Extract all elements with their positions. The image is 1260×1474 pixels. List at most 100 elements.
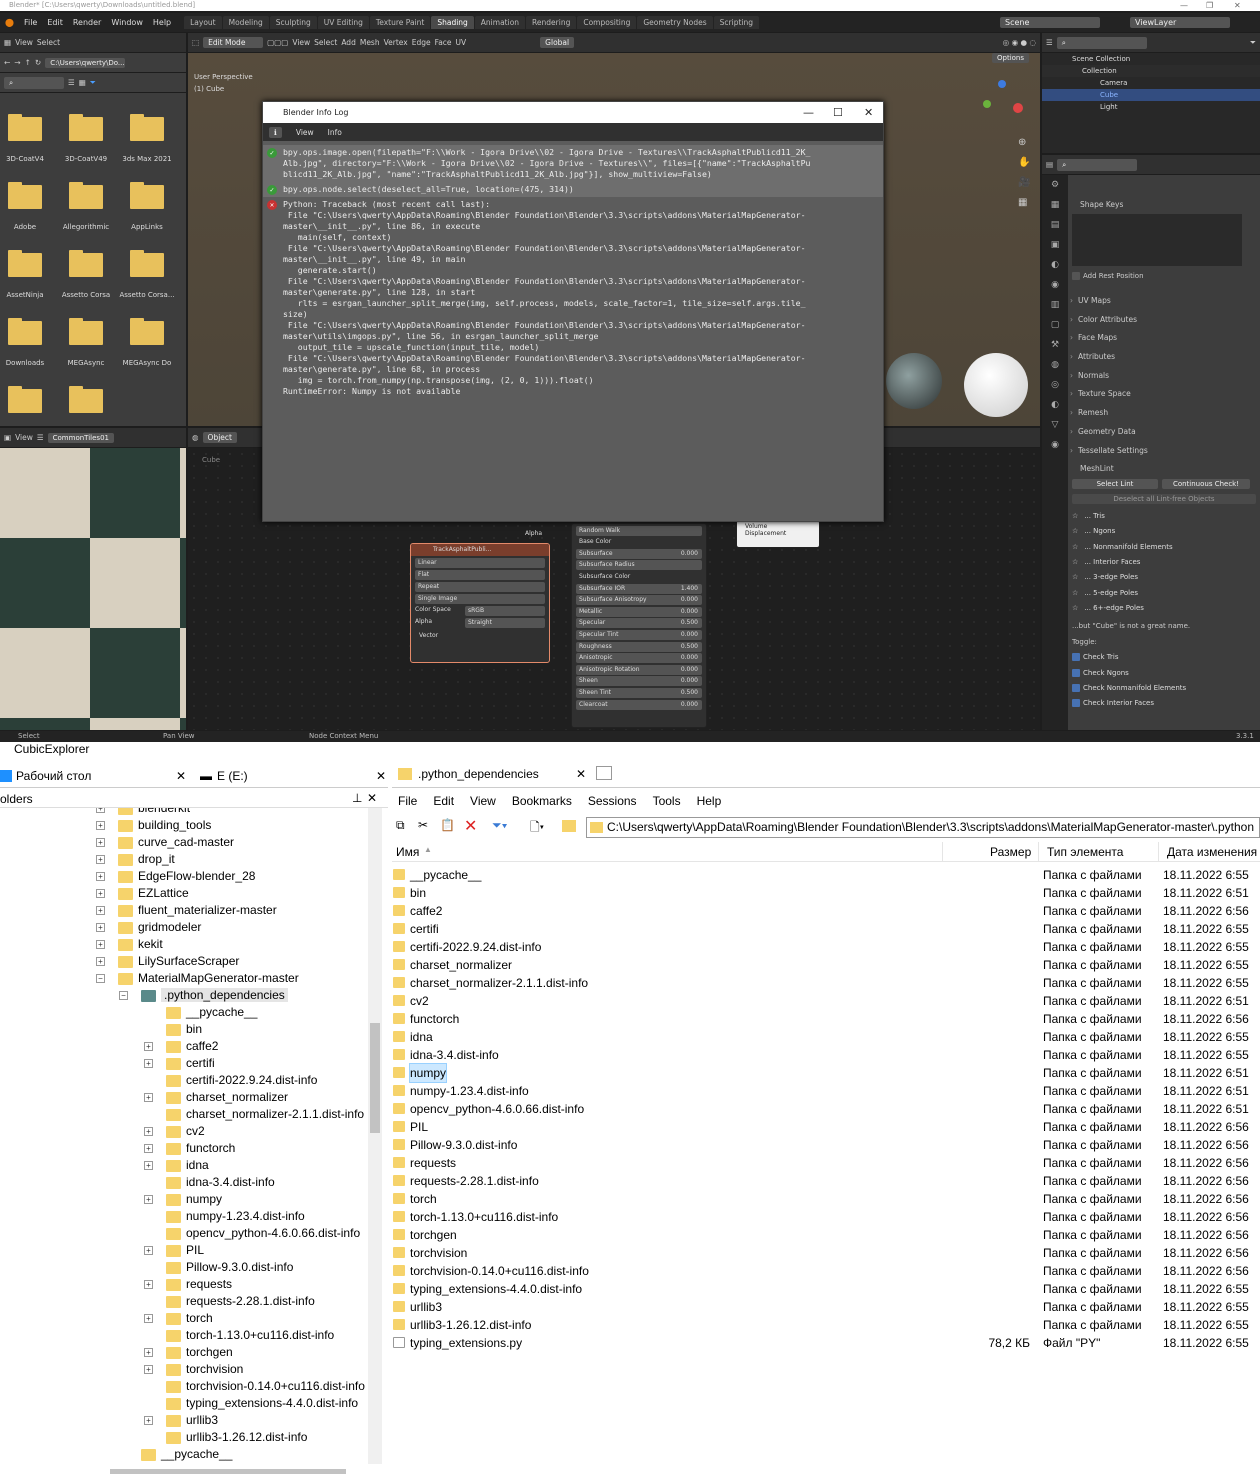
expand-icon[interactable]: + <box>96 872 105 881</box>
bsdf-row-value[interactable]: 0.000 <box>681 676 698 686</box>
tree-item[interactable]: torchgen <box>166 1344 233 1361</box>
info-menu-info[interactable]: Info <box>328 128 342 137</box>
tree-item[interactable]: urllib3-1.26.12.dist-info <box>166 1429 307 1446</box>
expand-icon[interactable]: + <box>96 855 105 864</box>
vp-menu-add[interactable]: Add <box>341 38 356 47</box>
new-tab-icon[interactable] <box>596 766 612 780</box>
bsdf-row[interactable]: Specular Tint 0.000 <box>576 629 702 640</box>
vp-menu-face[interactable]: Face <box>435 38 452 47</box>
vp-menu-select[interactable]: Select <box>314 38 337 47</box>
file-row[interactable]: idna-3.4.dist-info Папка с файлами 18.11.2… <box>392 1046 1260 1064</box>
explorer-menu-tools[interactable]: Tools <box>653 794 681 808</box>
folder-label[interactable]: MEGAsync <box>57 359 115 367</box>
tree-item[interactable]: __pycache__ <box>141 1446 232 1463</box>
menu-render[interactable]: Render <box>68 18 106 27</box>
tab-desktop-close-icon[interactable]: ✕ <box>176 769 186 783</box>
tree-item[interactable]: curve_cad-master <box>118 834 234 851</box>
bsdf-row-value[interactable]: 0.000 <box>681 665 698 675</box>
tree-item[interactable]: building_tools <box>118 817 211 834</box>
bsdf-row-value[interactable]: 0.500 <box>681 688 698 698</box>
deselect-lint-free-button[interactable]: Deselect all Lint-free Objects <box>1072 494 1256 505</box>
file-row[interactable]: cv2 Папка с файлами 18.11.2022 6:51 <box>392 992 1260 1010</box>
folder-up-icon[interactable] <box>562 820 576 832</box>
bsdf-row[interactable]: Clearcoat 0.000 <box>576 699 702 710</box>
star-icon[interactable]: ☆ <box>1072 604 1078 612</box>
extension-selector[interactable]: Repeat <box>415 582 545 592</box>
tree-item[interactable]: gridmodeler <box>118 919 201 936</box>
tab-geometry-nodes[interactable]: Geometry Nodes <box>637 16 713 29</box>
log-entry[interactable]: ✓ bpy.ops.image.open(filepath="F:\\Work -… <box>263 145 883 182</box>
expand-icon[interactable]: + <box>96 808 105 813</box>
column-type[interactable]: Тип элемента <box>1047 845 1123 859</box>
file-row[interactable]: functorch Папка с файлами 18.11.2022 6:56 <box>392 1010 1260 1028</box>
expand-icon[interactable]: − <box>96 974 105 983</box>
tab-uv-editing[interactable]: UV Editing <box>317 16 369 29</box>
tree-item[interactable]: numpy-1.23.4.dist-info <box>166 1208 305 1225</box>
tree-scrollbar[interactable] <box>368 808 382 1464</box>
address-bar[interactable]: C:\Users\qwerty\AppData\Roaming\Blender … <box>586 817 1260 838</box>
principled-bsdf-node[interactable]: Random Walk Base Color Subsurface 0.000 Subs… <box>571 523 707 728</box>
expand-icon[interactable]: + <box>96 889 105 898</box>
fb-menu-select[interactable]: Select <box>37 38 60 47</box>
tree-item[interactable]: numpy <box>166 1191 222 1208</box>
file-row[interactable]: idna Папка с файлами 18.11.2022 6:55 <box>392 1028 1260 1046</box>
folder-icon[interactable] <box>130 318 164 345</box>
tab-drive-close-icon[interactable]: ✕ <box>376 769 386 783</box>
column-name[interactable]: Имя <box>396 845 419 859</box>
source-selector[interactable]: Single Image <box>415 594 545 604</box>
filter-icon[interactable]: ⏷ <box>90 78 96 88</box>
tree-item[interactable]: EZLattice <box>118 885 189 902</box>
folder-label[interactable]: 3D-CoatV4 <box>0 155 54 163</box>
tab-sculpting[interactable]: Sculpting <box>269 16 317 29</box>
folder-icon[interactable] <box>130 114 164 141</box>
folder-label[interactable]: MEGAsync Do <box>118 359 176 367</box>
collection-row[interactable]: Collection <box>1042 65 1260 77</box>
panel-uv-maps[interactable]: UV Maps <box>1068 292 1260 311</box>
meshlint-panel[interactable]: MeshLint <box>1068 460 1260 477</box>
expand-icon[interactable]: + <box>144 1059 153 1068</box>
tab-texture-paint[interactable]: Texture Paint <box>369 16 431 29</box>
folder-icon[interactable] <box>69 386 103 413</box>
node-editor-icon[interactable]: ◍ <box>192 433 199 442</box>
navigation-gizmo[interactable] <box>973 75 1028 130</box>
minimize-icon[interactable]: — <box>1180 0 1188 11</box>
projection-selector[interactable]: Flat <box>415 570 545 580</box>
tree-item[interactable]: MaterialMapGenerator-master <box>118 970 299 987</box>
expand-icon[interactable]: + <box>96 957 105 966</box>
file-row[interactable]: charset_normalizer Папка с файлами 18.11.2… <box>392 956 1260 974</box>
expand-icon[interactable]: + <box>144 1348 153 1357</box>
close-icon[interactable]: ✕ <box>1234 0 1241 11</box>
explorer-menu-edit[interactable]: Edit <box>433 794 454 808</box>
tree-item[interactable]: opencv_python-4.6.0.66.dist-info <box>166 1225 360 1242</box>
expand-icon[interactable]: + <box>144 1365 153 1374</box>
folder-label[interactable]: Assetto Corsa... <box>118 291 176 299</box>
bsdf-row[interactable]: Base Color <box>576 537 702 547</box>
folder-label[interactable]: Allegorithmic <box>57 223 115 231</box>
expand-icon[interactable]: + <box>144 1144 153 1153</box>
tree-item[interactable]: torchvision-0.14.0+cu116.dist-info <box>166 1378 365 1395</box>
tree-item[interactable]: kekit <box>118 936 163 953</box>
options-button[interactable]: Options <box>992 53 1030 63</box>
scene-collection-label[interactable]: Scene Collection <box>1042 53 1260 65</box>
image-editor-icon[interactable]: ▣ <box>4 433 11 442</box>
file-row[interactable]: typing_extensions.py 78,2 КБ Файл "PY" 18.1… <box>392 1334 1260 1352</box>
log-entry[interactable]: ✓ bpy.ops.node.select(deselect_all=True, … <box>263 182 883 197</box>
file-row[interactable]: torchgen Папка с файлами 18.11.2022 6:56 <box>392 1226 1260 1244</box>
log-entry[interactable]: ✕ Python: Traceback (most recent call las… <box>263 197 883 399</box>
tab-rendering[interactable]: Rendering <box>526 16 577 29</box>
folder-label[interactable]: Adobe <box>0 223 54 231</box>
expand-icon[interactable]: + <box>144 1161 153 1170</box>
bsdf-row[interactable]: Metallic 0.000 <box>576 606 702 617</box>
bsdf-row[interactable]: Anisotropic Rotation 0.000 <box>576 664 702 675</box>
view-list-icon[interactable]: ☰ <box>68 78 75 87</box>
tab-drive-e[interactable]: E (E:) <box>217 769 248 783</box>
bsdf-row[interactable]: Subsurface Radius <box>576 560 702 571</box>
tree-item[interactable]: charset_normalizer-2.1.1.dist-info <box>166 1106 364 1123</box>
folder-label[interactable]: 3ds Max 2021 <box>118 155 176 163</box>
outliner-filter-icon[interactable]: ⏷ <box>1250 38 1256 48</box>
expand-icon[interactable]: + <box>144 1042 153 1051</box>
fb-search-input[interactable]: ⌕ <box>4 76 64 89</box>
filebrowser-path[interactable]: C:\Users\qwerty\Do... <box>45 57 126 68</box>
toggle-checkbox[interactable] <box>1072 668 1080 677</box>
tree-item[interactable]: urllib3 <box>166 1412 218 1429</box>
